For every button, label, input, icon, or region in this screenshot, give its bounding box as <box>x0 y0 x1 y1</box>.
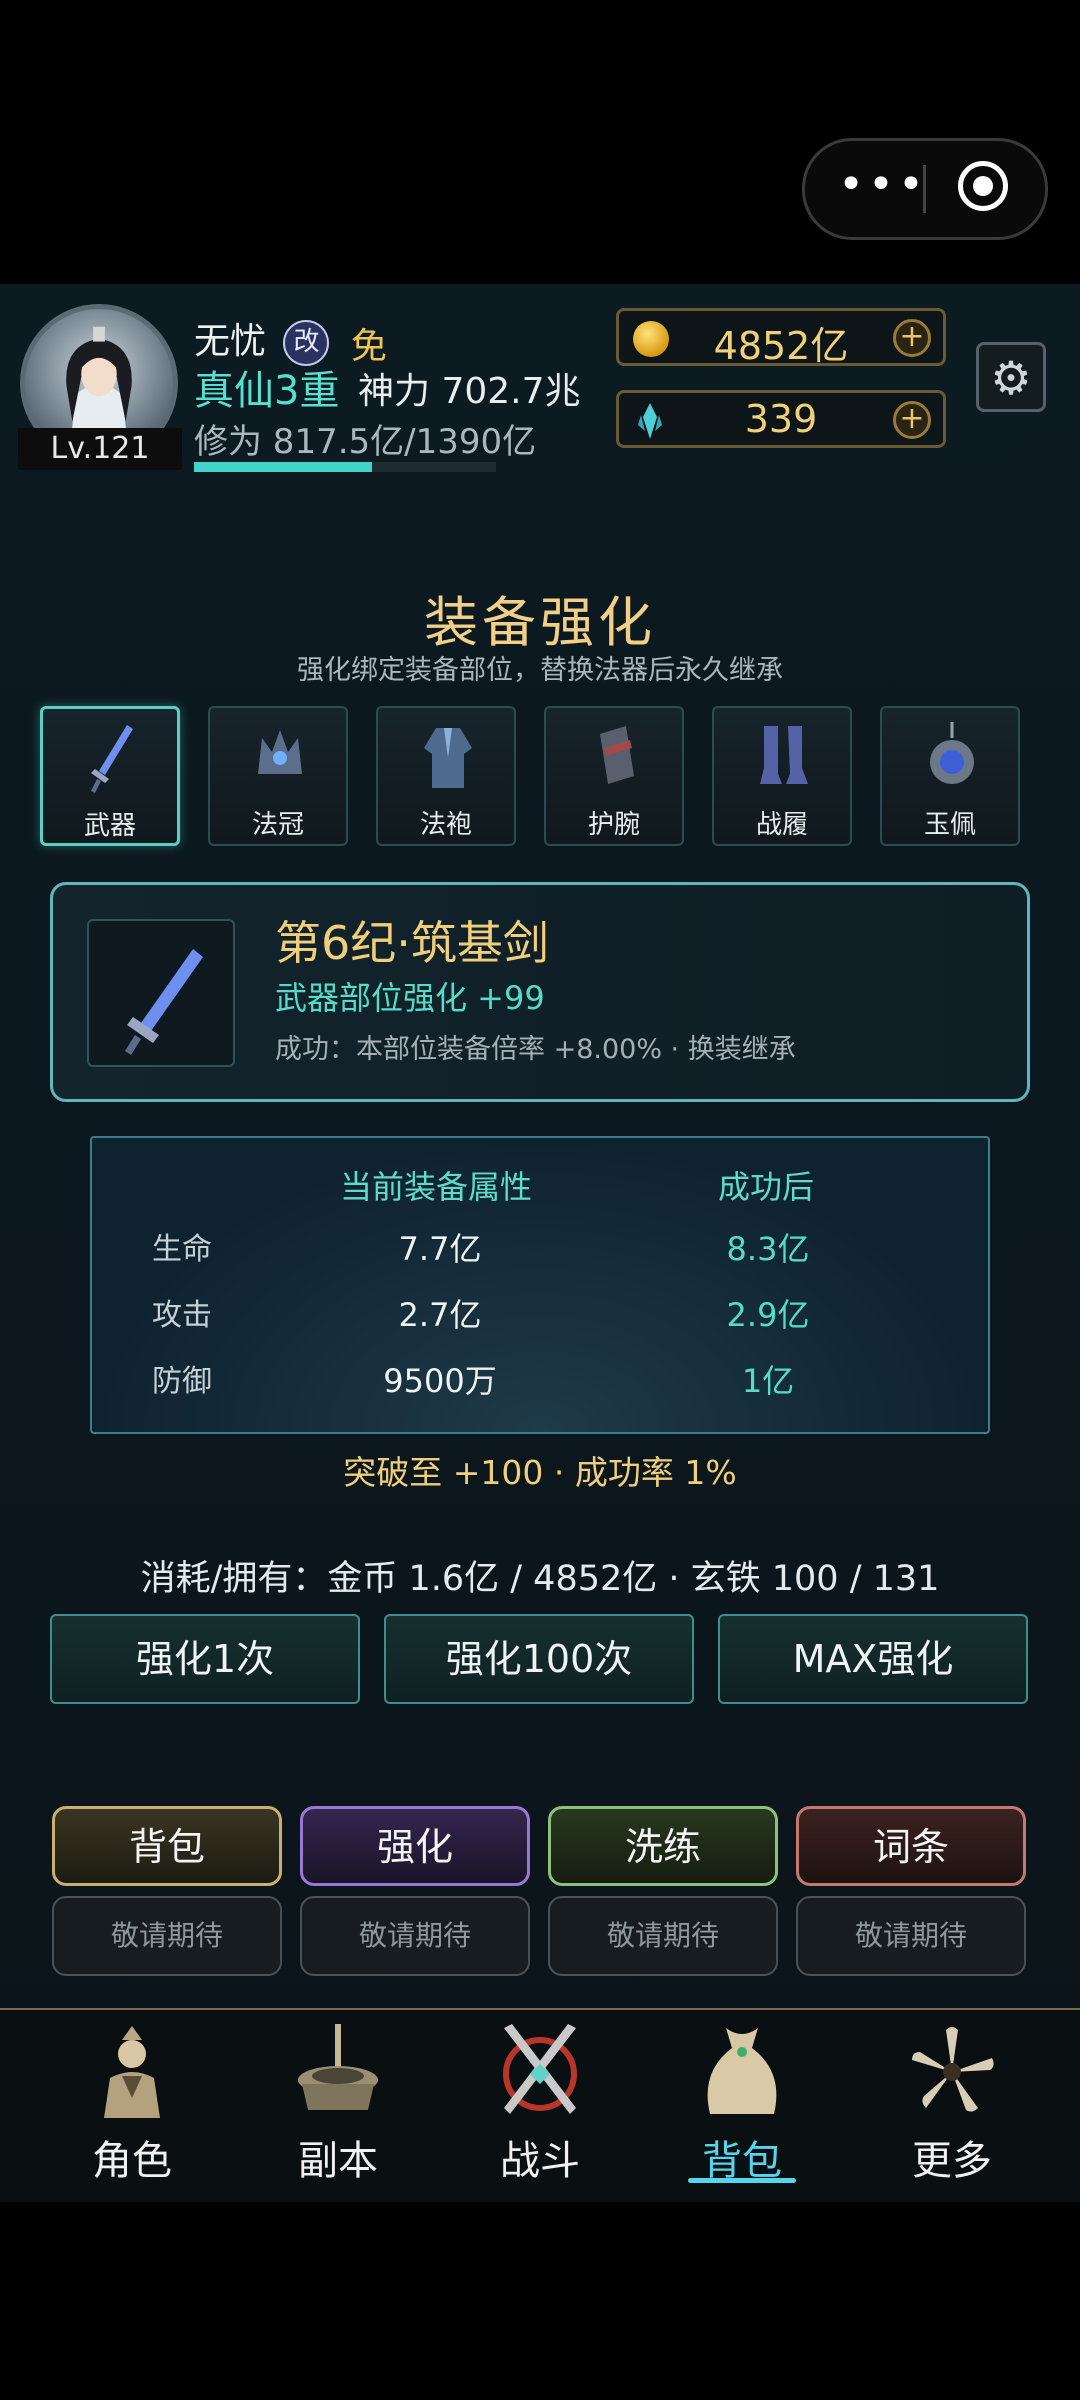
enhance-max-button[interactable]: MAX强化 <box>718 1614 1028 1704</box>
nav-label: 副本 <box>298 2138 378 2184</box>
capsule-divider <box>923 165 926 213</box>
player-level: Lv.121 <box>18 428 182 470</box>
equipment-icon-frame[interactable] <box>87 919 235 1067</box>
more-flower-icon <box>912 2027 994 2112</box>
tab-bag[interactable]: 背包 <box>52 1806 282 1886</box>
sword-icon <box>125 949 203 1055</box>
stat-after: 1亿 <box>741 1362 795 1400</box>
header-after-success: 成功后 <box>718 1168 815 1206</box>
character-icon <box>104 2026 160 2118</box>
target-icon[interactable] <box>958 161 1008 211</box>
slot-boots[interactable]: 战履 <box>712 706 852 846</box>
nav-dungeon[interactable]: 副本 <box>238 2010 438 2200</box>
equipment-card: 第6纪·筑基剑 武器部位强化 +99 成功：本部位装备倍率 +8.00% · 换… <box>50 882 1030 1102</box>
crystal-amount: 339 <box>744 397 818 441</box>
ellipsis-icon[interactable]: ••• <box>833 163 933 211</box>
dungeon-icon <box>298 2024 378 2110</box>
stat-current: 2.7亿 <box>398 1296 482 1334</box>
cultivation-progress-bar <box>194 462 496 472</box>
nav-character[interactable]: 角色 <box>32 2010 232 2200</box>
stat-current: 7.7亿 <box>398 1230 482 1268</box>
bag-icon <box>707 2028 777 2114</box>
mini-program-capsule: ••• <box>802 138 1048 240</box>
stat-label: 防御 <box>152 1364 212 1399</box>
nav-label: 战斗 <box>500 2138 580 2184</box>
slot-pendant[interactable]: 玉佩 <box>880 706 1020 846</box>
slot-label: 法冠 <box>251 810 304 840</box>
settings-button[interactable]: ⚙ <box>976 342 1046 412</box>
tab-enhance-coming-soon: 敬请期待 <box>300 1896 530 1976</box>
add-gold-button[interactable]: + <box>893 319 931 357</box>
tab-refine-coming-soon: 敬请期待 <box>548 1896 778 1976</box>
enhance-100-button[interactable]: 强化100次 <box>384 1614 694 1704</box>
gear-icon: ⚙ <box>990 351 1032 405</box>
page-title: 装备强化 <box>424 591 656 654</box>
stat-label: 攻击 <box>152 1298 212 1333</box>
crystal-currency: 339 + <box>616 390 946 448</box>
cultivation-progress-fill <box>194 462 372 472</box>
nav-label: 角色 <box>92 2138 172 2184</box>
crown-icon <box>258 730 302 774</box>
slot-label: 玉佩 <box>923 810 976 840</box>
equipment-enhance-level: 武器部位强化 +99 <box>275 979 545 1017</box>
tab-refine[interactable]: 洗练 <box>548 1806 778 1886</box>
page-subtitle: 强化绑定装备部位，替换法器后永久继承 <box>297 655 783 686</box>
gold-currency: 4852亿 + <box>616 308 946 368</box>
tab-affix[interactable]: 词条 <box>796 1806 1026 1886</box>
gold-amount: 4852亿 <box>713 324 849 368</box>
divine-power: 神力 702.7兆 <box>358 371 581 412</box>
cost-info: 消耗/拥有：金币 1.6亿 / 4852亿 · 玄铁 100 / 131 <box>140 1559 940 1599</box>
tab-enhance[interactable]: 强化 <box>300 1806 530 1886</box>
nav-bag[interactable]: 背包 <box>642 2010 842 2200</box>
tab-bag-coming-soon: 敬请期待 <box>52 1896 282 1976</box>
slot-weapon[interactable]: 武器 <box>40 706 180 846</box>
cultivation-text: 修为 817.5亿/1390亿 <box>194 422 537 462</box>
slot-label: 武器 <box>83 811 136 841</box>
stats-comparison-table: 当前装备属性 成功后 生命 7.7亿 8.3亿 攻击 2.7亿 2.9亿 防御 … <box>90 1136 990 1434</box>
stat-current: 9500万 <box>383 1362 497 1400</box>
player-name: 无忧 <box>194 321 267 362</box>
boots-icon <box>760 726 808 784</box>
gold-coin-icon <box>633 321 669 357</box>
equipment-name: 第6纪·筑基剑 <box>275 916 549 970</box>
stat-after: 8.3亿 <box>726 1230 810 1268</box>
stat-after: 2.9亿 <box>726 1296 810 1334</box>
slot-bracer[interactable]: 护腕 <box>544 706 684 846</box>
equipment-success-desc: 成功：本部位装备倍率 +8.00% · 换装继承 <box>275 1034 796 1065</box>
nav-active-underline <box>688 2178 796 2183</box>
header-current-stats: 当前装备属性 <box>340 1168 533 1206</box>
slot-robe[interactable]: 法袍 <box>376 706 516 846</box>
enhance-once-button[interactable]: 强化1次 <box>50 1614 360 1704</box>
stat-label: 生命 <box>152 1232 212 1267</box>
nav-battle[interactable]: 战斗 <box>440 2010 640 2200</box>
crossed-swords-icon <box>503 2024 577 2114</box>
slot-crown[interactable]: 法冠 <box>208 706 348 846</box>
tab-affix-coming-soon: 敬请期待 <box>796 1896 1026 1976</box>
pendant-icon <box>930 722 974 784</box>
realm-level: 真仙3重 <box>194 368 340 414</box>
nav-label: 更多 <box>912 2138 992 2184</box>
slot-label: 战履 <box>755 810 808 840</box>
slot-label: 护腕 <box>587 810 640 840</box>
slot-label: 法袍 <box>419 810 472 840</box>
bracer-icon <box>600 726 634 784</box>
crystal-icon <box>638 403 662 439</box>
breakthrough-info: 突破至 +100 · 成功率 1% <box>343 1453 737 1492</box>
sword-icon <box>91 725 133 793</box>
add-crystal-button[interactable]: + <box>893 401 931 439</box>
nav-more[interactable]: 更多 <box>852 2010 1052 2200</box>
robe-icon <box>424 728 472 788</box>
